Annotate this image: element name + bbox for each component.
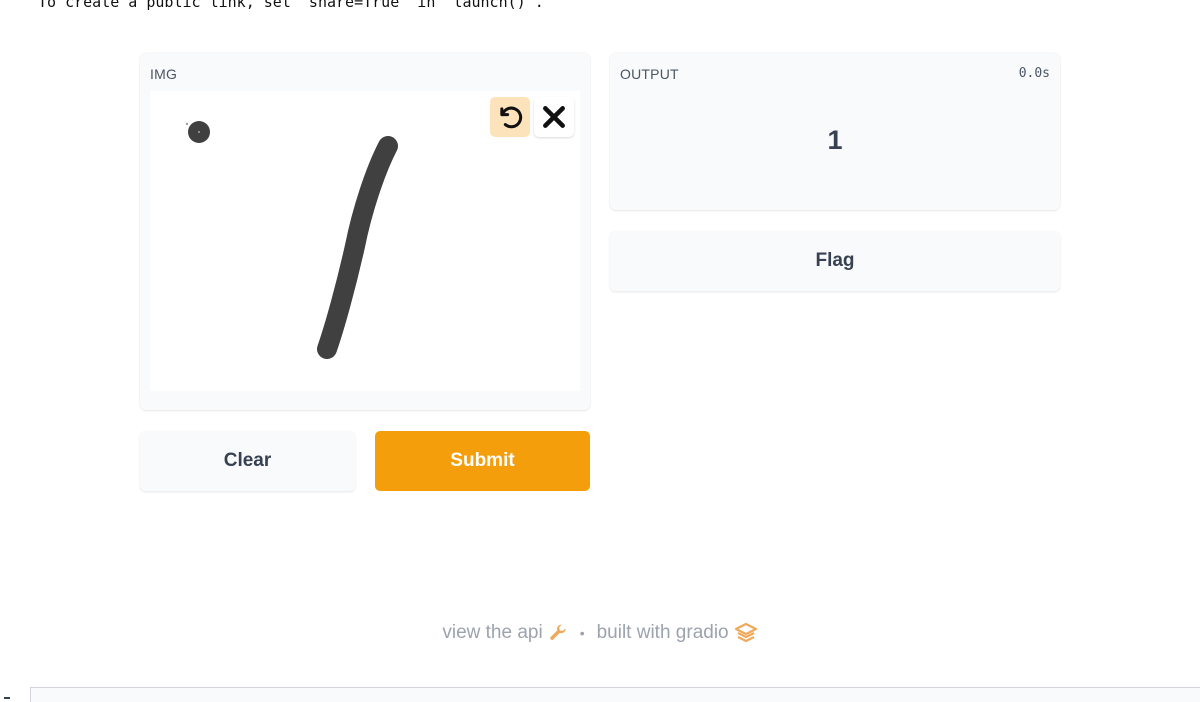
clear-canvas-button[interactable] [534,97,574,137]
view-api-link[interactable]: view the api [442,622,567,644]
left-edge-mark [4,697,10,699]
built-with-label: built with gradio [596,622,729,643]
output-panel: OUTPUT 0.0s 1 [610,53,1060,210]
gradio-logo-icon [734,622,757,643]
output-time: 0.0s [1018,66,1050,81]
flag-button[interactable]: Flag [610,231,1060,291]
bottom-input-bar [30,687,1200,702]
footer-separator: • [579,625,585,641]
sketch-canvas[interactable] [150,91,580,391]
submit-button[interactable]: Submit [375,431,590,491]
console-message: To create a public link, set `share=True… [38,0,544,11]
built-with-gradio-link[interactable]: built with gradio [597,622,758,644]
view-api-label: view the api [442,622,543,643]
output-value: 1 [827,125,843,155]
drawn-stroke [317,136,398,359]
footer: view the api • built with gradio [0,622,1200,644]
wrench-icon [549,624,566,640]
output-label: OUTPUT [620,66,679,82]
image-input-panel: IMG [140,53,590,410]
image-input-label: IMG [150,66,178,82]
undo-icon [500,106,523,129]
close-icon [543,106,565,128]
undo-button[interactable] [490,97,530,137]
clear-button[interactable]: Clear [140,431,355,491]
